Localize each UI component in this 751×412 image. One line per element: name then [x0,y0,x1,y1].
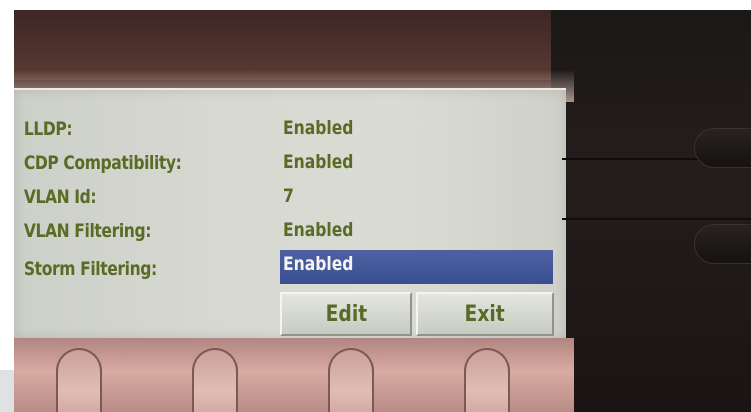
exit-softkey[interactable]: Exit [416,292,554,336]
exit-softkey-label: Exit [464,301,506,327]
setting-value-text: 7 [283,185,294,207]
setting-label: Storm Filtering: [23,258,157,280]
softkey-buttons-area [14,338,574,412]
setting-value-storm-filtering[interactable]: Enabled [280,250,553,284]
phone-photo: LLDP: Enabled CDP Compatibility: Enabled… [14,10,751,412]
phone-side-panel [551,10,751,412]
physical-softkey-4[interactable] [464,348,510,412]
setting-value-text: Enabled [283,219,354,241]
edit-softkey[interactable]: Edit [280,292,412,336]
lcd-screen: LLDP: Enabled CDP Compatibility: Enabled… [14,88,566,338]
physical-softkey-1[interactable] [56,348,102,412]
setting-label: LLDP: [23,118,73,140]
setting-label: CDP Compatibility: [23,152,182,174]
physical-softkey-2[interactable] [192,348,238,412]
setting-label: VLAN Id: [23,186,97,208]
setting-label: VLAN Filtering: [23,220,152,242]
setting-value-text: Enabled [283,117,354,139]
setting-value-text: Enabled [283,151,354,173]
line-key-2[interactable] [694,224,751,264]
setting-value-vlan-id[interactable]: 7 [280,182,553,212]
edit-softkey-label: Edit [325,301,367,327]
setting-value-cdp-compatibility[interactable]: Enabled [280,148,553,178]
setting-value-vlan-filtering[interactable]: Enabled [280,216,553,246]
setting-value-lldp[interactable]: Enabled [280,114,553,144]
setting-value-text: Enabled [283,253,354,275]
line-key-1[interactable] [694,128,751,168]
physical-softkey-3[interactable] [328,348,374,412]
line-key-divider [562,218,751,220]
